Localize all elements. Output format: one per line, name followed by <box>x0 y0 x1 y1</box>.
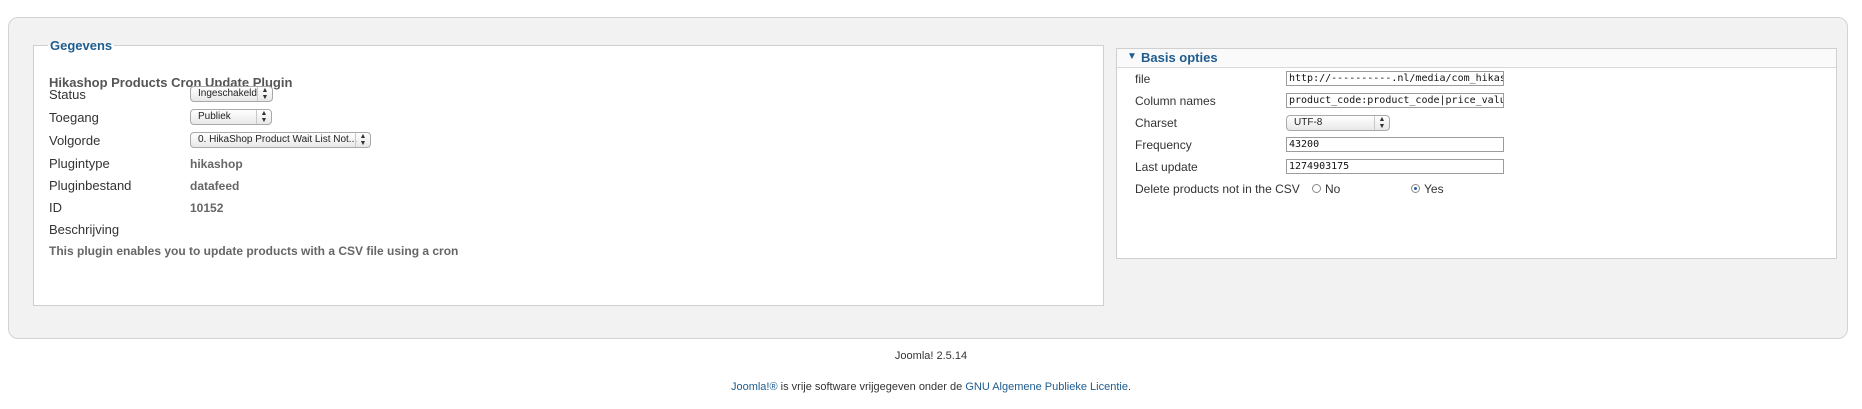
volgorde-select[interactable]: 0. HikaShop Product Wait List Not... ▲ ▼ <box>190 132 371 148</box>
toegang-select-value: Publiek <box>198 111 231 122</box>
volgorde-select-value: 0. HikaShop Product Wait List Not... <box>198 134 358 145</box>
frequency-row: Frequency 43200 <box>1135 137 1815 158</box>
delete-yes-radio[interactable] <box>1411 184 1420 193</box>
status-row: Status Ingeschakeld ▲ ▼ <box>49 86 1089 107</box>
last-update-input[interactable]: 1274903175 <box>1286 159 1504 174</box>
beschrijving-row: Beschrijving <box>49 222 1089 242</box>
plugin-description: This plugin enables you to update produc… <box>49 244 459 258</box>
charset-select-value: UTF-8 <box>1294 117 1323 128</box>
frequency-label: Frequency <box>1135 138 1192 152</box>
charset-row: Charset UTF-8 ▲ ▼ <box>1135 115 1815 136</box>
file-label: file <box>1135 72 1151 86</box>
frequency-input[interactable]: 43200 <box>1286 137 1504 152</box>
pluginbestand-row: Pluginbestand datafeed <box>49 178 1089 198</box>
delete-no-label: No <box>1325 182 1341 196</box>
delete-products-label: Delete products not in the CSV <box>1135 182 1300 196</box>
select-arrows-icon: ▲ ▼ <box>256 110 271 124</box>
joomla-version: Joomla! 2.5.14 <box>894 350 968 362</box>
gnu-license-link[interactable]: GNU Algemene Publieke Licentie <box>965 381 1128 393</box>
last-update-row: Last update 1274903175 <box>1135 159 1815 180</box>
file-input[interactable]: http://----------.nl/media/com_hikashop/… <box>1286 71 1504 86</box>
status-label: Status <box>49 87 86 102</box>
plugintype-value: hikashop <box>190 157 243 171</box>
status-select[interactable]: Ingeschakeld ▲ ▼ <box>190 86 273 102</box>
basis-opties-title: Basis opties <box>1141 50 1218 65</box>
charset-label: Charset <box>1135 116 1178 130</box>
collapse-triangle-icon: ▼ <box>1127 51 1137 62</box>
columns-row: Column names product_code:product_code|p… <box>1135 93 1815 114</box>
beschrijving-label: Beschrijving <box>49 222 120 237</box>
last-update-label: Last update <box>1135 160 1198 174</box>
gegevens-legend: Gegevens <box>50 38 113 53</box>
toegang-row: Toegang Publiek ▲ ▼ <box>49 109 1089 130</box>
pluginbestand-value: datafeed <box>190 179 240 193</box>
delete-products-row: Delete products not in the CSV No Yes <box>1135 182 1815 202</box>
basis-opties-header[interactable]: ▼ Basis opties <box>1117 49 1836 68</box>
select-arrows-icon: ▲ ▼ <box>1374 116 1389 130</box>
column-names-input[interactable]: product_code:product_code|price_value:pr… <box>1286 93 1504 108</box>
footer-license: Joomla!® is vrije software vrijgegeven o… <box>0 381 1862 393</box>
gegevens-fieldset: Gegevens Hikashop Products Cron Update P… <box>33 38 1104 306</box>
footer-license-text: is vrije software vrijgegeven onder de <box>777 381 966 393</box>
footer-end: . <box>1127 381 1132 393</box>
volgorde-label: Volgorde <box>49 133 101 148</box>
id-label: ID <box>49 200 62 215</box>
toegang-select[interactable]: Publiek ▲ ▼ <box>190 109 272 125</box>
toegang-label: Toegang <box>49 110 99 125</box>
status-select-value: Ingeschakeld <box>198 88 257 99</box>
pluginbestand-label: Pluginbestand <box>49 178 132 193</box>
select-arrows-icon: ▲ ▼ <box>355 133 370 147</box>
delete-no-radio[interactable] <box>1312 184 1321 193</box>
select-arrows-icon: ▲ ▼ <box>257 87 272 101</box>
basis-opties-panel: ▼ Basis opties file http://----------.nl… <box>1116 48 1837 259</box>
id-row: ID 10152 <box>49 200 1089 220</box>
volgorde-row: Volgorde 0. HikaShop Product Wait List N… <box>49 132 1089 153</box>
plugintype-row: Plugintype hikashop <box>49 156 1089 176</box>
delete-yes-label: Yes <box>1424 182 1444 196</box>
file-row: file http://----------.nl/media/com_hika… <box>1135 71 1815 92</box>
id-value: 10152 <box>190 201 224 215</box>
charset-select[interactable]: UTF-8 ▲ ▼ <box>1286 115 1390 131</box>
column-names-label: Column names <box>1135 94 1216 108</box>
plugintype-label: Plugintype <box>49 156 110 171</box>
joomla-link[interactable]: Joomla!® <box>731 381 778 393</box>
